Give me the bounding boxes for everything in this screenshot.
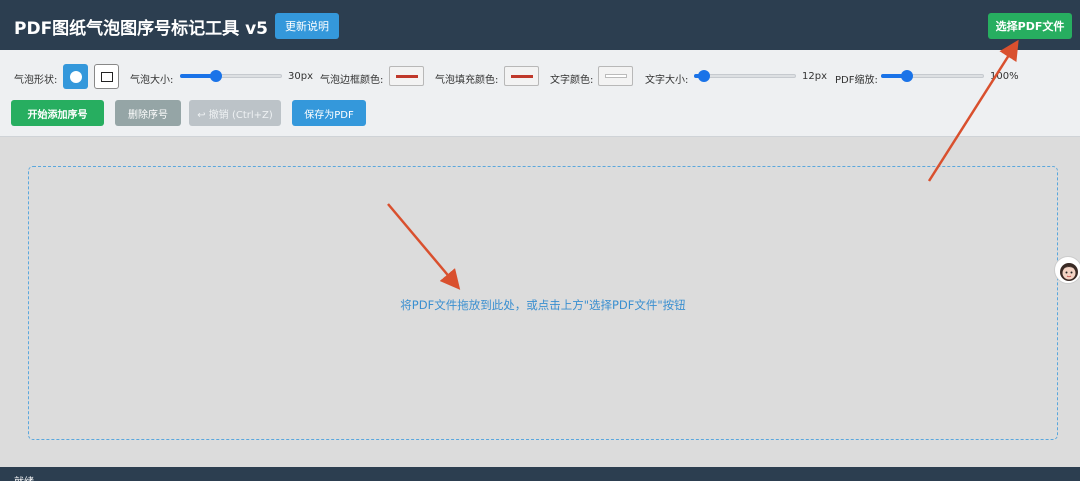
fill-color-label: 气泡填充颜色: — [435, 75, 499, 86]
bubble-size-slider[interactable] — [180, 69, 282, 83]
zoom-label: PDF缩放: — [835, 75, 878, 86]
app-title: PDF图纸气泡图序号标记工具 v5 — [14, 19, 269, 39]
text-color-label: 文字颜色: — [550, 75, 594, 86]
slider-thumb[interactable] — [209, 70, 222, 82]
fill-color-sample — [510, 74, 533, 78]
select-pdf-button[interactable]: 选择PDF文件 — [988, 13, 1072, 39]
shape-label: 气泡形状: — [14, 75, 58, 86]
slider-thumb[interactable] — [698, 70, 711, 82]
font-size-value: 12px — [802, 71, 827, 82]
square-shape-button[interactable] — [94, 64, 119, 89]
update-notes-button[interactable]: 更新说明 — [275, 13, 339, 39]
text-color-sample — [604, 74, 627, 78]
border-color-sample — [395, 74, 418, 78]
pdf-zoom-slider[interactable] — [881, 69, 984, 83]
square-icon — [100, 71, 113, 82]
border-color-picker[interactable] — [389, 66, 424, 86]
status-bar: 就绪 — [0, 467, 1080, 481]
font-size-slider[interactable] — [694, 69, 796, 83]
circle-shape-button[interactable] — [63, 64, 88, 89]
delete-number-button[interactable]: 删除序号 — [115, 100, 181, 126]
slider-thumb[interactable] — [900, 70, 913, 82]
font-size-label: 文字大小: — [645, 75, 689, 86]
bubble-size-label: 气泡大小: — [130, 75, 174, 86]
text-color-picker[interactable] — [598, 66, 633, 86]
start-numbering-button[interactable]: 开始添加序号 — [11, 100, 104, 126]
fill-color-picker[interactable] — [504, 66, 539, 86]
zoom-value: 100% — [990, 71, 1019, 82]
undo-button[interactable]: ↩ 撤销 (Ctrl+Z) — [189, 100, 281, 126]
status-text: 就绪 — [14, 473, 34, 481]
drop-zone-hint: 将PDF文件拖放到此处，或点击上方"选择PDF文件"按钮 — [400, 298, 686, 312]
save-pdf-button[interactable]: 保存为PDF — [292, 100, 366, 126]
assistant-avatar-icon[interactable] — [1054, 256, 1080, 284]
border-color-label: 气泡边框颜色: — [320, 75, 384, 86]
circle-icon — [69, 70, 82, 83]
pdf-drop-zone[interactable]: 将PDF文件拖放到此处，或点击上方"选择PDF文件"按钮 — [28, 166, 1058, 440]
bubble-size-value: 30px — [288, 71, 313, 82]
app-header: PDF图纸气泡图序号标记工具 v5 更新说明 选择PDF文件 — [0, 0, 1080, 50]
